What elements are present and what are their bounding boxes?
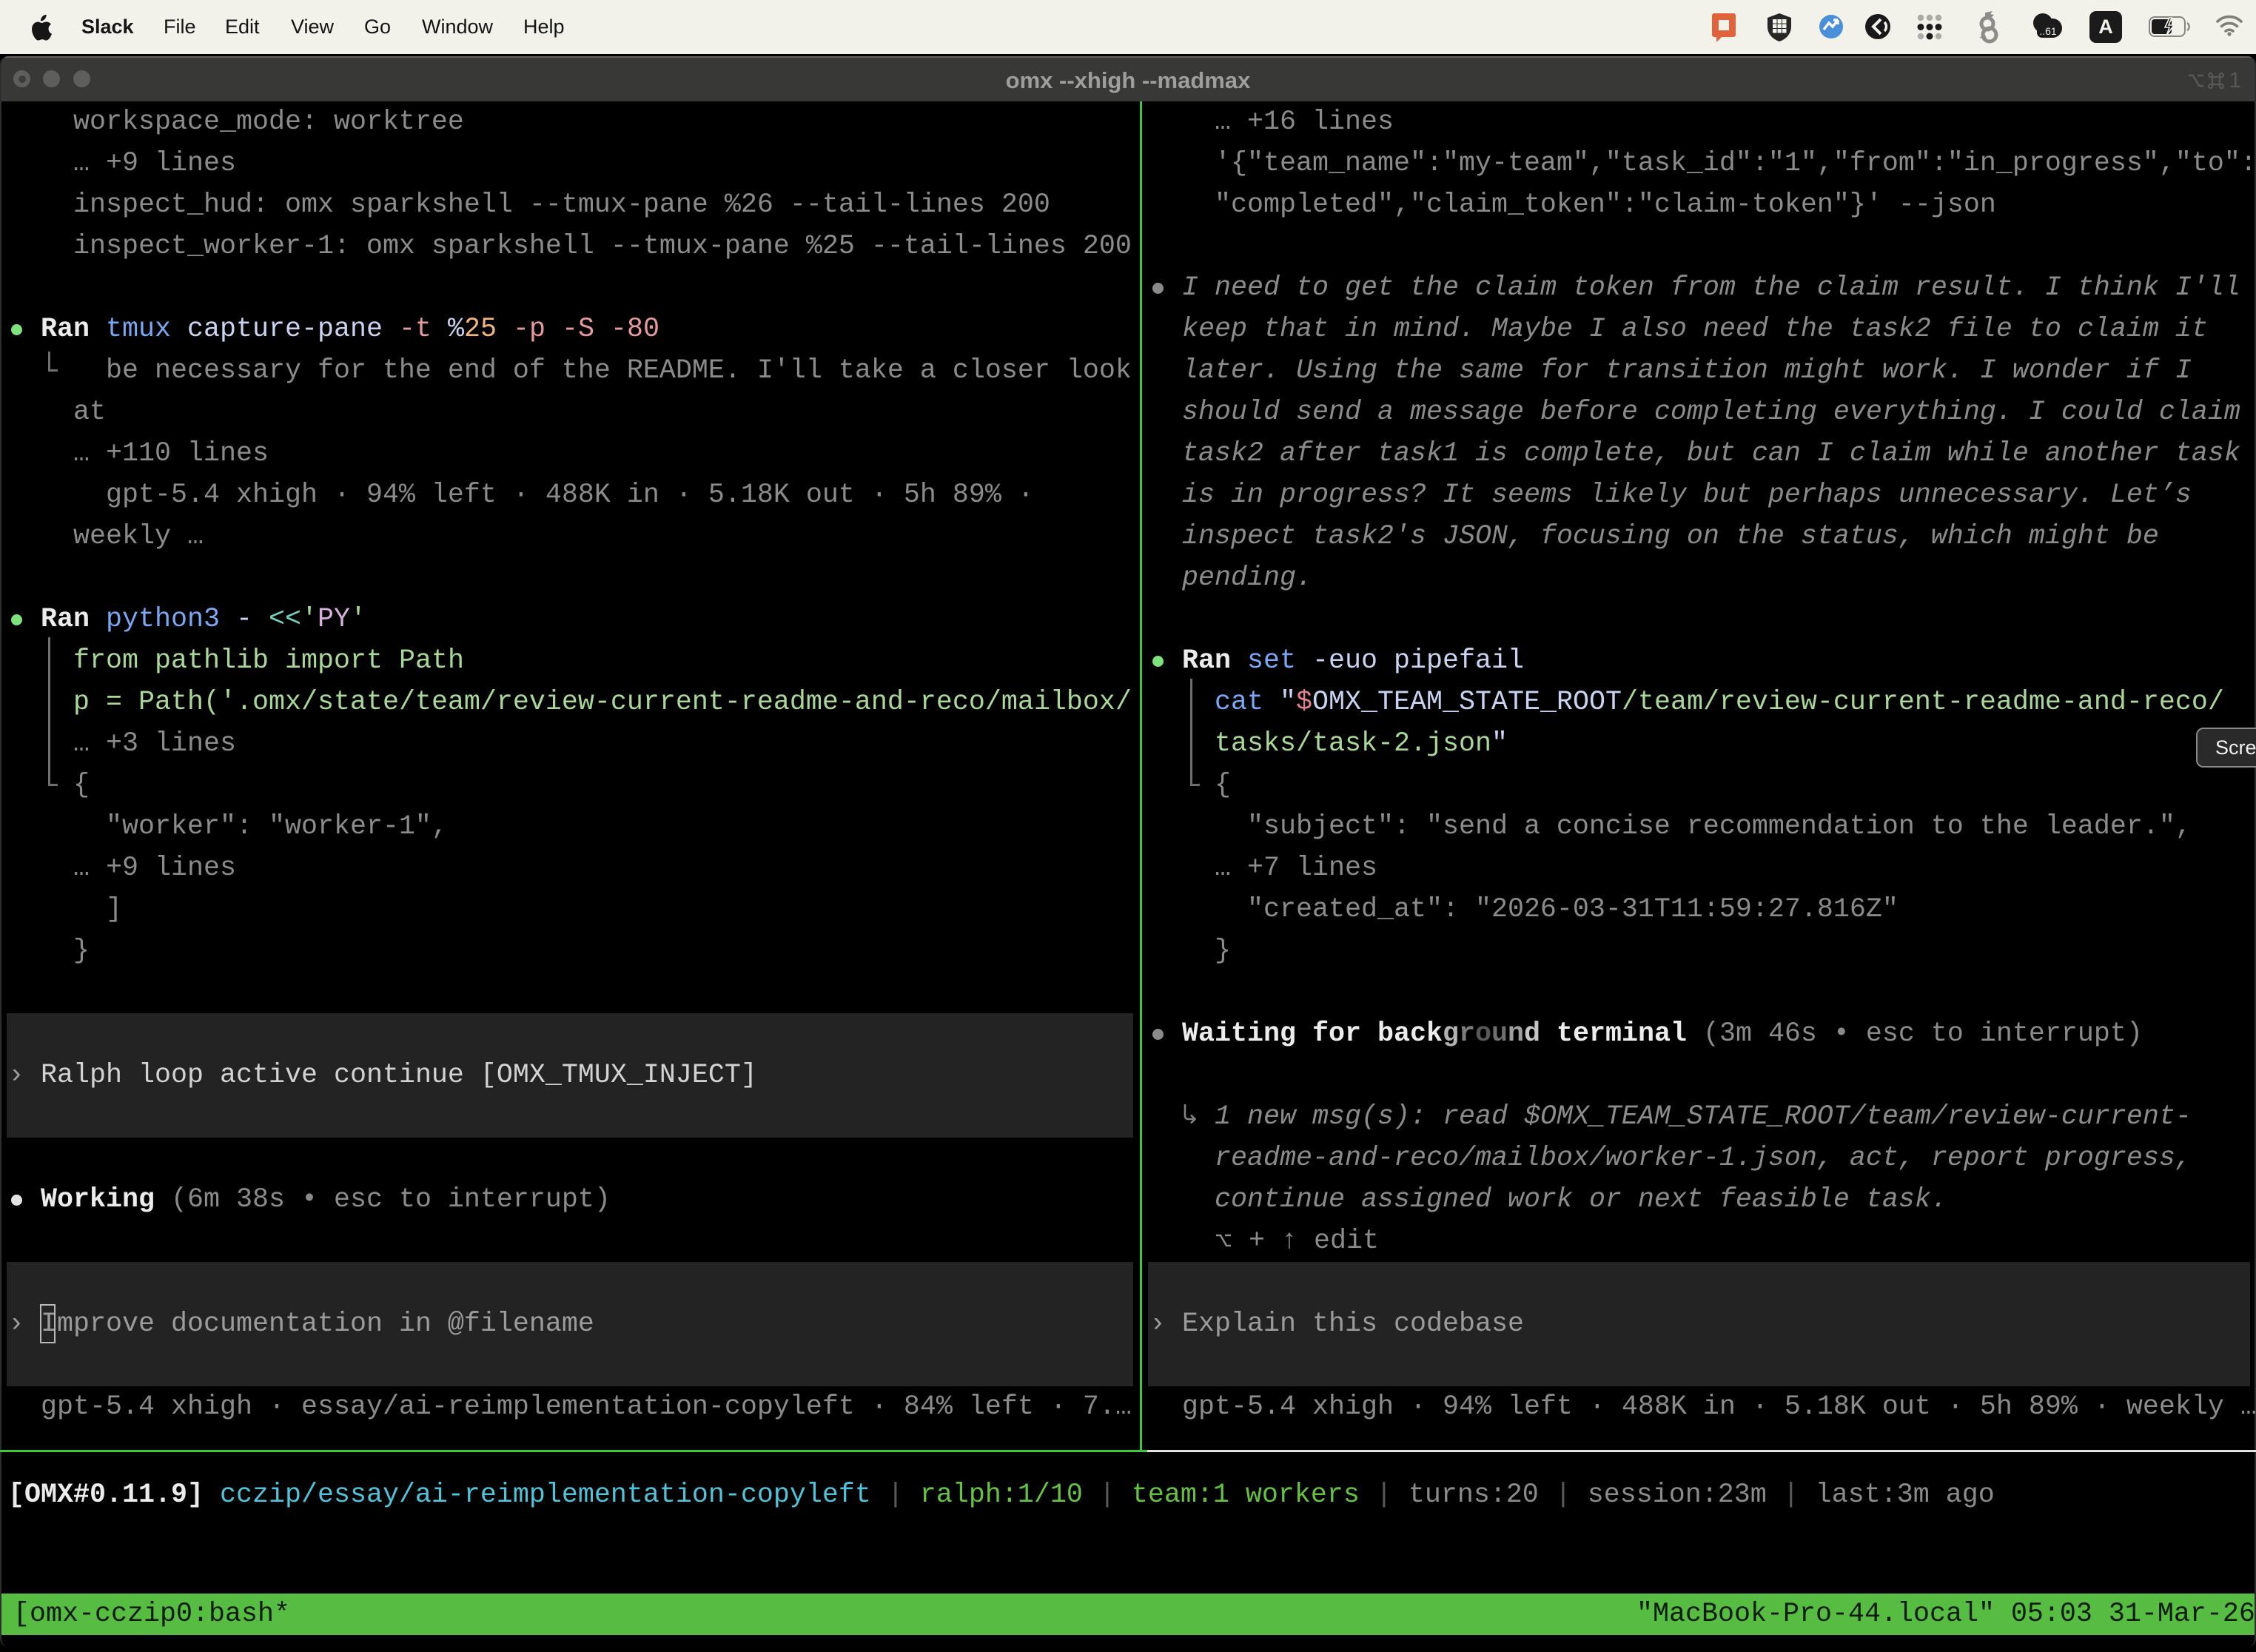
svg-text:..61: ..61 <box>2039 25 2057 37</box>
